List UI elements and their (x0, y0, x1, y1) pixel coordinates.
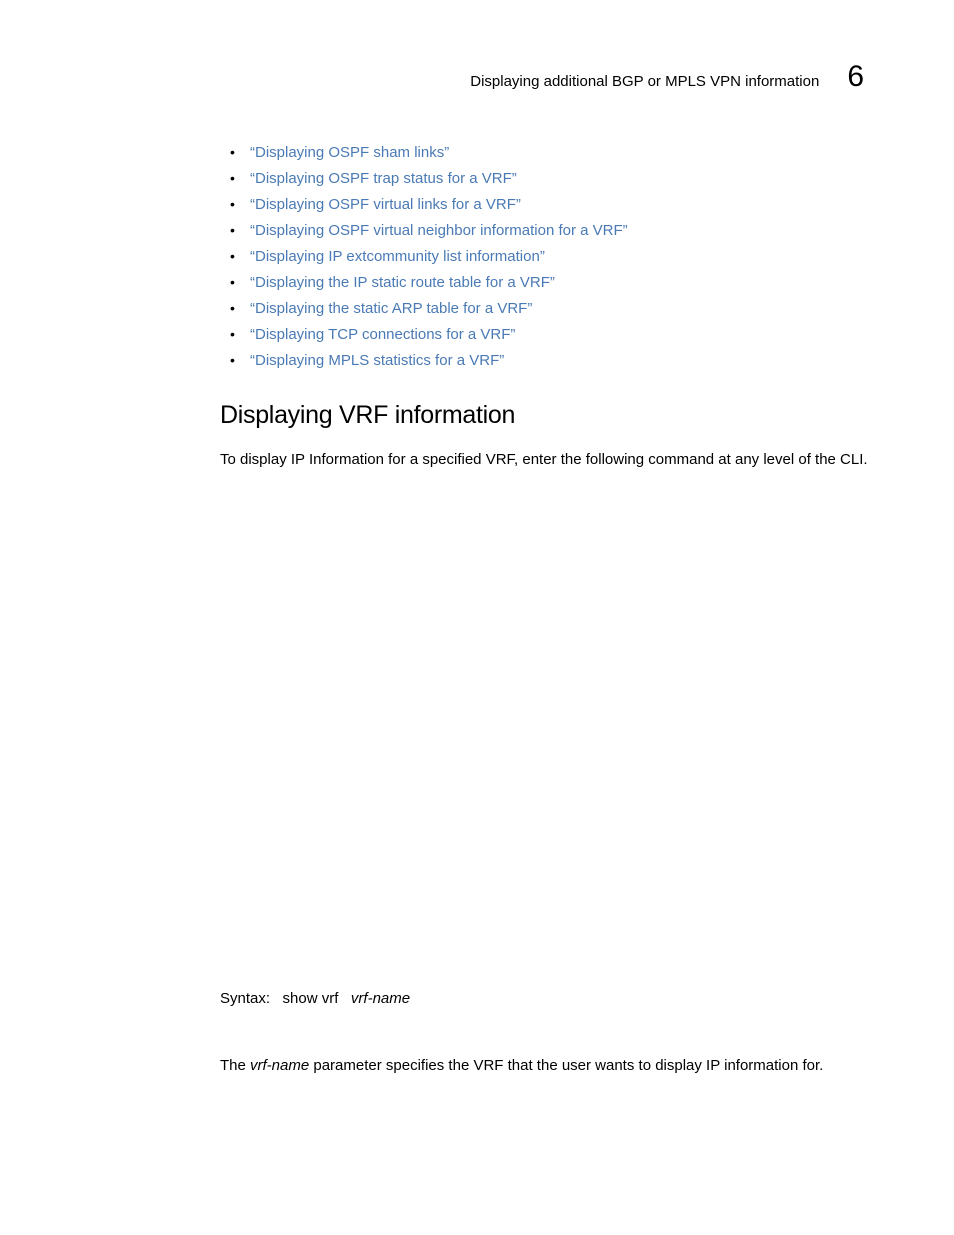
list-item: • “Displaying TCP connections for a VRF” (230, 326, 874, 343)
section-heading: Displaying VRF information (220, 401, 874, 430)
syntax-arg: vrf-name (351, 990, 410, 1007)
header-title: Displaying additional BGP or MPLS VPN in… (470, 73, 819, 90)
list-item: • “Displaying OSPF sham links” (230, 144, 874, 161)
bullet-icon: • (230, 300, 250, 316)
cross-reference-link[interactable]: “Displaying OSPF sham links” (250, 144, 449, 161)
syntax-line: Syntax: show vrf vrf-name (220, 990, 874, 1007)
link-list: • “Displaying OSPF sham links” • “Displa… (230, 144, 874, 369)
cross-reference-link[interactable]: “Displaying OSPF virtual links for a VRF… (250, 196, 521, 213)
list-item: • “Displaying IP extcommunity list infor… (230, 248, 874, 265)
param-name: vrf-name (250, 1057, 309, 1074)
list-item: • “Displaying MPLS statistics for a VRF” (230, 352, 874, 369)
list-item: • “Displaying OSPF virtual neighbor info… (230, 222, 874, 239)
bullet-icon: • (230, 326, 250, 342)
bullet-icon: • (230, 222, 250, 238)
cross-reference-link[interactable]: “Displaying IP extcommunity list informa… (250, 248, 545, 265)
page: Displaying additional BGP or MPLS VPN in… (0, 0, 954, 1235)
bullet-icon: • (230, 196, 250, 212)
cross-reference-link[interactable]: “Displaying TCP connections for a VRF” (250, 326, 515, 343)
bullet-icon: • (230, 352, 250, 368)
syntax-command: show vrf (283, 990, 339, 1007)
parameter-description: The vrf-name parameter specifies the VRF… (220, 1057, 874, 1074)
syntax-label: Syntax: (220, 990, 270, 1007)
list-item: • “Displaying OSPF trap status for a VRF… (230, 170, 874, 187)
list-item: • “Displaying OSPF virtual links for a V… (230, 196, 874, 213)
bullet-icon: • (230, 274, 250, 290)
section-intro: To display IP Information for a specifie… (220, 450, 874, 470)
cross-reference-link[interactable]: “Displaying the static ARP table for a V… (250, 300, 532, 317)
bullet-icon: • (230, 248, 250, 264)
cross-reference-link[interactable]: “Displaying MPLS statistics for a VRF” (250, 352, 504, 369)
bullet-icon: • (230, 170, 250, 186)
bullet-icon: • (230, 144, 250, 160)
cross-reference-link[interactable]: “Displaying OSPF trap status for a VRF” (250, 170, 517, 187)
list-item: • “Displaying the static ARP table for a… (230, 300, 874, 317)
cross-reference-link[interactable]: “Displaying the IP static route table fo… (250, 274, 555, 291)
param-post: parameter specifies the VRF that the use… (309, 1057, 823, 1074)
page-header: Displaying additional BGP or MPLS VPN in… (90, 60, 874, 94)
param-pre: The (220, 1057, 250, 1074)
cross-reference-link[interactable]: “Displaying OSPF virtual neighbor inform… (250, 222, 628, 239)
header-chapter-number: 6 (847, 60, 864, 94)
list-item: • “Displaying the IP static route table … (230, 274, 874, 291)
